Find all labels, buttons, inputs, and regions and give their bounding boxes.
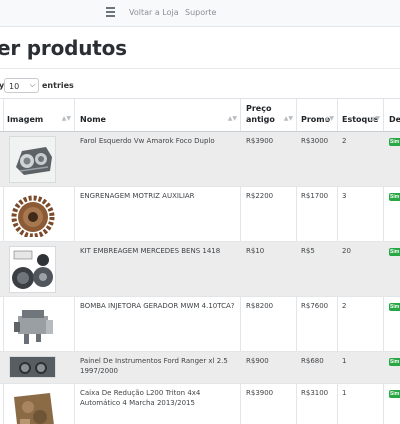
column-header-destaque[interactable]: De bbox=[383, 99, 400, 131]
product-old-price: R$900 bbox=[246, 357, 269, 365]
product-promo-price: R$680 bbox=[301, 357, 324, 365]
product-stock: 20 bbox=[342, 247, 351, 255]
product-image-injection-pump bbox=[9, 301, 56, 348]
sort-icon: ▲▼ bbox=[283, 115, 293, 122]
length-suffix: entries bbox=[42, 81, 74, 90]
column-header-label: Imagem bbox=[7, 115, 44, 124]
table-row: Caixa De Redução L200 Triton 4x4 Automát… bbox=[0, 384, 400, 424]
sort-icon: ▲▼ bbox=[61, 115, 71, 122]
menu-icon[interactable] bbox=[106, 7, 115, 17]
table-row: ENGRENAGEM MOTRIZ AUXILIAR R$2200 R$1700… bbox=[0, 187, 400, 242]
table-header: Imagem ▲▼ Nome ▲▼ Preço antigo ▲▼ Promo … bbox=[0, 99, 400, 132]
product-promo-price: R$7600 bbox=[301, 302, 329, 310]
product-image-headlight bbox=[9, 136, 56, 183]
navbar: Voltar a Loja Suporte bbox=[0, 0, 400, 27]
product-image-gearbox bbox=[9, 388, 56, 424]
entries-select-value: 10 bbox=[9, 82, 20, 91]
product-old-price: R$10 bbox=[246, 247, 265, 255]
products-table: Imagem ▲▼ Nome ▲▼ Preço antigo ▲▼ Promo … bbox=[0, 98, 400, 424]
product-name: KIT EMBREAGEM MERCEDES BENS 1418 bbox=[80, 247, 221, 255]
table-row: Painel De Instrumentos Ford Ranger xl 2.… bbox=[0, 352, 400, 384]
product-stock: 2 bbox=[342, 302, 347, 310]
status-badge: Sim bbox=[389, 248, 400, 256]
status-badge: Sim bbox=[389, 358, 400, 366]
column-header-label: Nome bbox=[80, 115, 106, 124]
product-promo-price: R$5 bbox=[301, 247, 315, 255]
product-old-price: R$8200 bbox=[246, 302, 274, 310]
product-stock: 1 bbox=[342, 357, 347, 365]
table-row: Farol Esquerdo Vw Amarok Foco Duplo R$39… bbox=[0, 132, 400, 187]
nav-suporte-link[interactable]: Suporte bbox=[185, 8, 216, 17]
chevron-down-icon: ⌵ bbox=[29, 81, 35, 89]
status-badge: Sim bbox=[389, 390, 400, 398]
status-badge: Sim bbox=[389, 138, 400, 146]
product-image-gear bbox=[9, 191, 56, 238]
sort-icon: ▲▼ bbox=[324, 115, 334, 122]
table-row: KIT EMBREAGEM MERCEDES BENS 1418 R$10 R$… bbox=[0, 242, 400, 297]
product-name: ENGRENAGEM MOTRIZ AUXILIAR bbox=[80, 192, 195, 200]
product-old-price: R$2200 bbox=[246, 192, 274, 200]
table-row: BOMBA INJETORA GERADOR MWM 4.10TCA? R$82… bbox=[0, 297, 400, 352]
product-name: Painel De Instrumentos Ford Ranger xl 2.… bbox=[80, 357, 228, 375]
column-header-imagem[interactable]: Imagem ▲▼ bbox=[3, 99, 74, 131]
column-header-promo[interactable]: Promo ▲▼ bbox=[296, 99, 337, 131]
product-stock: 1 bbox=[342, 389, 347, 397]
product-image-clutch-kit bbox=[9, 246, 56, 293]
product-name: BOMBA INJETORA GERADOR MWM 4.10TCA? bbox=[80, 302, 235, 310]
product-stock: 3 bbox=[342, 192, 347, 200]
product-image-instrument-panel bbox=[9, 356, 56, 378]
column-header-nome[interactable]: Nome ▲▼ bbox=[74, 99, 240, 131]
nav-voltar-link[interactable]: Voltar a Loja bbox=[129, 8, 179, 17]
product-stock: 2 bbox=[342, 137, 347, 145]
sort-icon: ▲▼ bbox=[227, 115, 237, 122]
sort-icon: ▲▼ bbox=[370, 115, 380, 122]
column-header-label: De bbox=[389, 115, 400, 124]
product-promo-price: R$3100 bbox=[301, 389, 329, 397]
status-badge: Sim bbox=[389, 193, 400, 201]
column-header-label: Preço antigo bbox=[246, 104, 275, 124]
product-name: Caixa De Redução L200 Triton 4x4 Automát… bbox=[80, 389, 201, 407]
product-promo-price: R$1700 bbox=[301, 192, 329, 200]
divider bbox=[0, 68, 400, 69]
page-title: er produtos bbox=[0, 36, 127, 60]
entries-select[interactable]: 10 ⌵ bbox=[4, 78, 39, 93]
column-header-estoque[interactable]: Estoque ▲▼ bbox=[337, 99, 383, 131]
product-name: Farol Esquerdo Vw Amarok Foco Duplo bbox=[80, 137, 215, 145]
product-old-price: R$3900 bbox=[246, 389, 274, 397]
status-badge: Sim bbox=[389, 303, 400, 311]
column-header-preco[interactable]: Preço antigo ▲▼ bbox=[240, 99, 296, 131]
product-promo-price: R$3000 bbox=[301, 137, 329, 145]
product-old-price: R$3900 bbox=[246, 137, 274, 145]
